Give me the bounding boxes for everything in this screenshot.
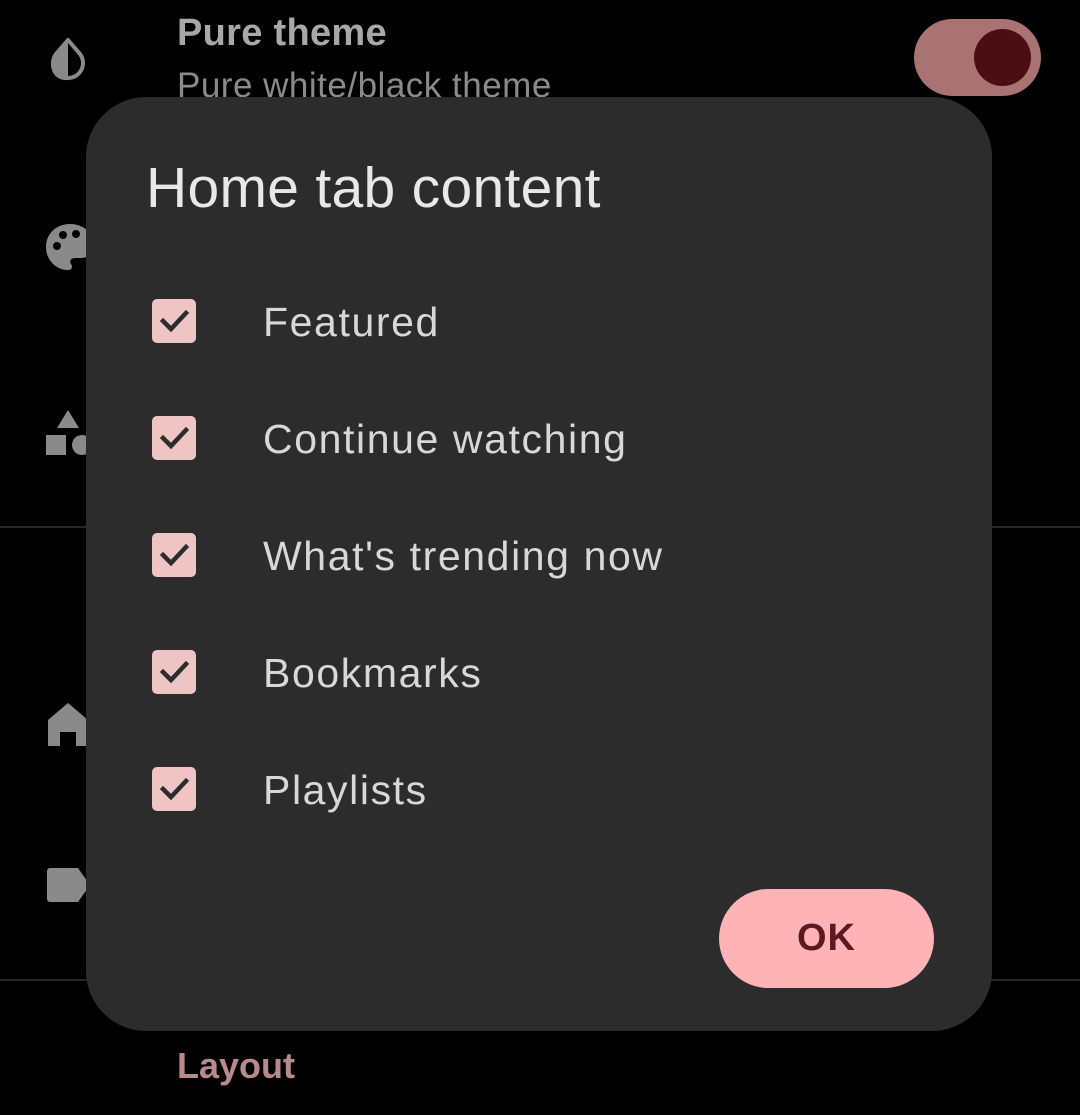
option-label: Playlists (263, 767, 428, 813)
layout-section-label: Layout (177, 1045, 296, 1086)
playlists-checkbox[interactable] (152, 767, 196, 811)
check-icon (159, 426, 190, 450)
option-label: Featured (263, 299, 440, 345)
invert-colors-icon (44, 35, 92, 83)
option-whats-trending-now[interactable]: What's trending now (126, 505, 952, 605)
check-icon (159, 660, 190, 684)
option-label: Continue watching (263, 416, 628, 462)
option-label: What's trending now (263, 533, 664, 579)
continue-watching-checkbox[interactable] (152, 416, 196, 460)
bookmarks-checkbox[interactable] (152, 650, 196, 694)
pure-theme-title: Pure theme (177, 12, 387, 54)
featured-checkbox[interactable] (152, 299, 196, 343)
settings-screen: Pure theme Pure white/black theme Layout (0, 0, 1080, 1115)
check-icon (159, 777, 190, 801)
pure-theme-toggle[interactable] (914, 19, 1041, 96)
option-featured[interactable]: Featured (126, 271, 952, 371)
check-icon (159, 543, 190, 567)
option-label: Bookmarks (263, 650, 483, 696)
option-playlists[interactable]: Playlists (126, 739, 952, 839)
option-bookmarks[interactable]: Bookmarks (126, 622, 952, 722)
option-continue-watching[interactable]: Continue watching (126, 388, 952, 488)
check-icon (159, 309, 190, 333)
whats-trending-now-checkbox[interactable] (152, 533, 196, 577)
ok-button[interactable]: OK (719, 889, 934, 988)
toggle-knob (974, 29, 1031, 86)
home-tab-content-dialog: Home tab content Featured Continue watch… (86, 97, 992, 1031)
dialog-title: Home tab content (146, 156, 601, 220)
